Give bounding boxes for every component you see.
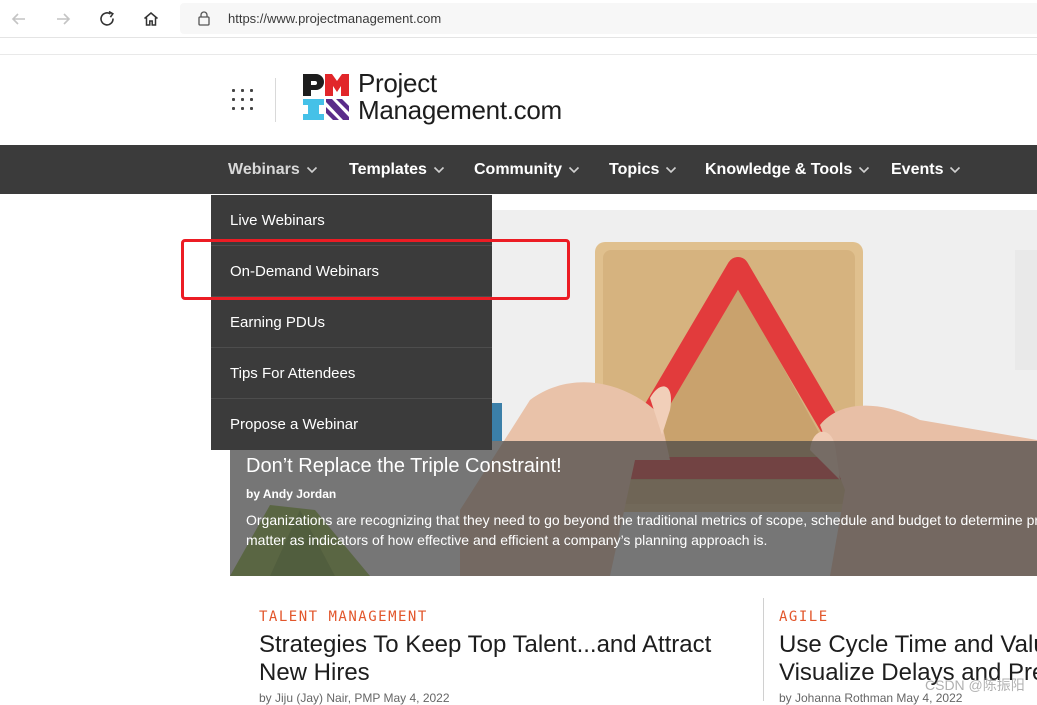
nav-item-label: Events: [891, 160, 944, 178]
article-column-divider: [763, 598, 764, 701]
menu-item-label: Live Webinars: [230, 211, 325, 229]
menu-item-label: Propose a Webinar: [230, 415, 359, 433]
nav-item-topics[interactable]: Topics: [609, 145, 677, 194]
nav-item-label: Community: [474, 160, 562, 178]
menu-item-propose-a-webinar[interactable]: Propose a Webinar: [211, 399, 492, 449]
home-icon[interactable]: [138, 6, 164, 32]
site-logo-text[interactable]: Project Management.com: [358, 70, 562, 124]
hero-description: Organizations are recognizing that they …: [246, 510, 1037, 550]
chevron-down-icon: [433, 166, 445, 174]
menu-item-tips-for-attendees[interactable]: Tips For Attendees: [211, 348, 492, 398]
nav-item-community[interactable]: Community: [474, 145, 580, 194]
webinars-dropdown-menu: Live Webinars On-Demand Webinars Earning…: [211, 195, 492, 450]
address-bar[interactable]: https://www.projectmanagement.com: [180, 3, 1037, 34]
logo-line-1: Project: [358, 68, 437, 98]
chevron-down-icon: [568, 166, 580, 174]
nav-item-label: Knowledge & Tools: [705, 160, 853, 178]
menu-item-live-webinars[interactable]: Live Webinars: [211, 195, 492, 245]
page-top-divider: [0, 54, 1037, 55]
nav-item-label: Webinars: [228, 160, 300, 178]
menu-item-label: Tips For Attendees: [230, 364, 356, 382]
nav-item-label: Topics: [609, 160, 660, 178]
nav-item-templates[interactable]: Templates: [349, 145, 445, 194]
article-title[interactable]: Strategies To Keep Top Talent...and Attr…: [259, 631, 711, 687]
forward-arrow-icon[interactable]: [50, 6, 76, 32]
menu-item-earning-pdus[interactable]: Earning PDUs: [211, 297, 492, 347]
nav-item-webinars[interactable]: Webinars: [228, 145, 318, 194]
chevron-down-icon: [665, 166, 677, 174]
chevron-down-icon: [306, 166, 318, 174]
article-title-line-2: New Hires: [259, 659, 370, 686]
chevron-down-icon: [858, 166, 870, 174]
article-byline: by Jiju (Jay) Nair, PMP May 4, 2022: [259, 691, 450, 705]
back-arrow-icon[interactable]: [6, 6, 32, 32]
article-title-line-1: Strategies To Keep Top Talent...and Attr…: [259, 631, 712, 658]
menu-item-label: Earning PDUs: [230, 313, 326, 331]
reload-icon[interactable]: [94, 6, 120, 32]
browser-toolbar: https://www.projectmanagement.com: [0, 0, 1037, 38]
main-nav: Webinars Templates Community Topics Know…: [0, 145, 1037, 194]
nav-item-events[interactable]: Events: [891, 145, 961, 194]
apps-grid-icon[interactable]: [230, 87, 256, 113]
chevron-down-icon: [949, 166, 961, 174]
watermark-text: CSDN @陈振阳: [925, 677, 1025, 693]
hero-caption: Don’t Replace the Triple Constraint! by …: [230, 441, 1037, 576]
logo-line-2: Management.com: [358, 95, 562, 125]
hero-title[interactable]: Don’t Replace the Triple Constraint!: [246, 455, 562, 478]
hero-description-line-2: matter as indicators of how effective an…: [246, 532, 768, 548]
address-url: https://www.projectmanagement.com: [228, 11, 442, 26]
hero-description-line-1: Organizations are recognizing that they …: [246, 512, 1037, 528]
hero-tab-accent: [492, 403, 502, 441]
header-divider: [275, 78, 276, 122]
article-category[interactable]: AGILE: [779, 609, 829, 625]
article-category[interactable]: TALENT MANAGEMENT: [259, 609, 428, 625]
annotation-highlight-box: [181, 239, 570, 300]
lock-icon: [197, 10, 211, 31]
nav-item-label: Templates: [349, 160, 427, 178]
article-title-line-1: Use Cycle Time and Valu: [779, 631, 1037, 658]
nav-item-knowledge-tools[interactable]: Knowledge & Tools: [705, 145, 870, 194]
pmi-logo-icon[interactable]: [302, 72, 350, 122]
toolbar-divider: [0, 37, 1037, 38]
hero-byline: by Andy Jordan: [246, 487, 337, 501]
